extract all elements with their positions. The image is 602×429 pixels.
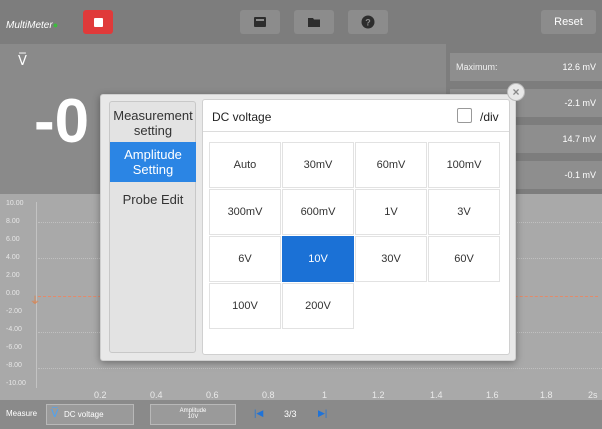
first-page-icon[interactable]: |◀ — [254, 408, 263, 419]
measure-mode-select[interactable]: V̅ DC voltage — [46, 404, 134, 425]
y-tick: 2.00 — [6, 272, 20, 279]
y-tick: 4.00 — [6, 254, 20, 261]
stat-value: 12.6 mV — [562, 62, 596, 72]
stop-button[interactable] — [83, 10, 113, 34]
y-tick: -6.00 — [6, 344, 22, 351]
x-tick: 0.2 — [94, 390, 107, 400]
stat-row-max: Maximum: 12.6 mV — [450, 53, 602, 81]
ground-marker-icon[interactable]: ⏚ — [30, 292, 40, 307]
y-tick: -10.00 — [6, 380, 26, 387]
stat-value: 14.7 mV — [562, 134, 596, 144]
settings-dialog: Measurement setting Amplitude Setting Pr… — [100, 94, 516, 361]
settings-tabs: Measurement setting Amplitude Setting Pr… — [109, 101, 196, 353]
y-tick: 6.00 — [6, 236, 20, 243]
top-toolbar: MultiMeter● ? Reset — [0, 0, 602, 44]
x-tick: 1.6 — [486, 390, 499, 400]
range-option[interactable]: 100V — [209, 283, 281, 329]
range-option[interactable]: 200V — [282, 283, 354, 329]
page-indicator: 3/3 — [284, 409, 297, 419]
per-div-label: /div — [480, 110, 499, 124]
range-option[interactable]: 30V — [355, 236, 427, 282]
range-option[interactable]: 3V — [428, 189, 500, 235]
y-tick: 0.00 — [6, 290, 20, 297]
panel-header: DC voltage /div — [203, 100, 509, 132]
dc-voltage-icon: V̅ — [18, 54, 27, 69]
tab-label: Measurement — [113, 108, 193, 123]
range-option[interactable]: Auto — [209, 142, 281, 188]
tab-label: Amplitude — [124, 147, 182, 162]
amplitude-select[interactable]: Amplitude 10V — [150, 404, 236, 425]
x-tick: 1 — [322, 390, 328, 400]
range-option[interactable]: 60mV — [355, 142, 427, 188]
tab-probe-edit[interactable]: Probe Edit — [110, 190, 196, 210]
range-option[interactable]: 6V — [209, 236, 281, 282]
panel-title: DC voltage — [212, 110, 272, 124]
x-tick: 1.2 — [372, 390, 385, 400]
measure-mode-value: DC voltage — [64, 410, 104, 419]
help-button[interactable]: ? — [348, 10, 388, 34]
range-option[interactable]: 10V — [282, 236, 354, 282]
svg-text:?: ? — [365, 18, 371, 28]
y-tick: 8.00 — [6, 218, 20, 225]
x-tick: 0.8 — [262, 390, 275, 400]
last-page-icon[interactable]: ▶| — [318, 408, 327, 419]
y-tick: -2.00 — [6, 308, 22, 315]
range-option[interactable]: 100mV — [428, 142, 500, 188]
y-tick: 10.00 — [6, 200, 24, 207]
range-option[interactable]: 300mV — [209, 189, 281, 235]
grid-line — [38, 368, 602, 369]
close-icon[interactable]: × — [507, 83, 525, 101]
range-option[interactable]: 30mV — [282, 142, 354, 188]
stat-value: -2.1 mV — [564, 98, 596, 108]
x-tick: 0.4 — [150, 390, 163, 400]
reset-button[interactable]: Reset — [541, 10, 596, 34]
record-icon — [254, 17, 266, 27]
x-tick: 1.4 — [430, 390, 443, 400]
x-tick: 1.8 — [540, 390, 553, 400]
per-div-checkbox[interactable] — [457, 108, 472, 123]
tab-label: Setting — [132, 162, 174, 177]
tab-label: setting — [133, 123, 173, 138]
tab-measurement-setting[interactable]: Measurement setting — [110, 106, 196, 140]
x-tick: 2s — [588, 390, 598, 400]
amplitude-value: 10V — [187, 414, 199, 420]
tab-amplitude-setting[interactable]: Amplitude Setting — [110, 142, 196, 182]
folder-icon — [308, 18, 320, 27]
stop-icon — [93, 17, 103, 27]
bottom-bar: Measure V̅ DC voltage Amplitude 10V |◀ 3… — [0, 400, 602, 429]
dc-voltage-icon: V̅ — [51, 407, 59, 420]
folder-button[interactable] — [294, 10, 334, 34]
app-title: MultiMeter● — [6, 20, 59, 31]
range-option[interactable]: 60V — [428, 236, 500, 282]
amplitude-panel: DC voltage /div Auto 30mV 60mV 100mV 300… — [202, 99, 510, 355]
range-option[interactable]: 1V — [355, 189, 427, 235]
stat-label: Maximum: — [456, 62, 498, 72]
y-tick: -4.00 — [6, 326, 22, 333]
reading-value: -0 — [34, 87, 90, 156]
y-tick: -8.00 — [6, 362, 22, 369]
stat-value: -0.1 mV — [564, 170, 596, 180]
range-option[interactable]: 600mV — [282, 189, 354, 235]
record-button[interactable] — [240, 10, 280, 34]
measure-label: Measure — [6, 409, 38, 418]
help-icon: ? — [361, 15, 375, 29]
tab-label: Probe Edit — [122, 192, 184, 207]
x-tick: 0.6 — [206, 390, 219, 400]
